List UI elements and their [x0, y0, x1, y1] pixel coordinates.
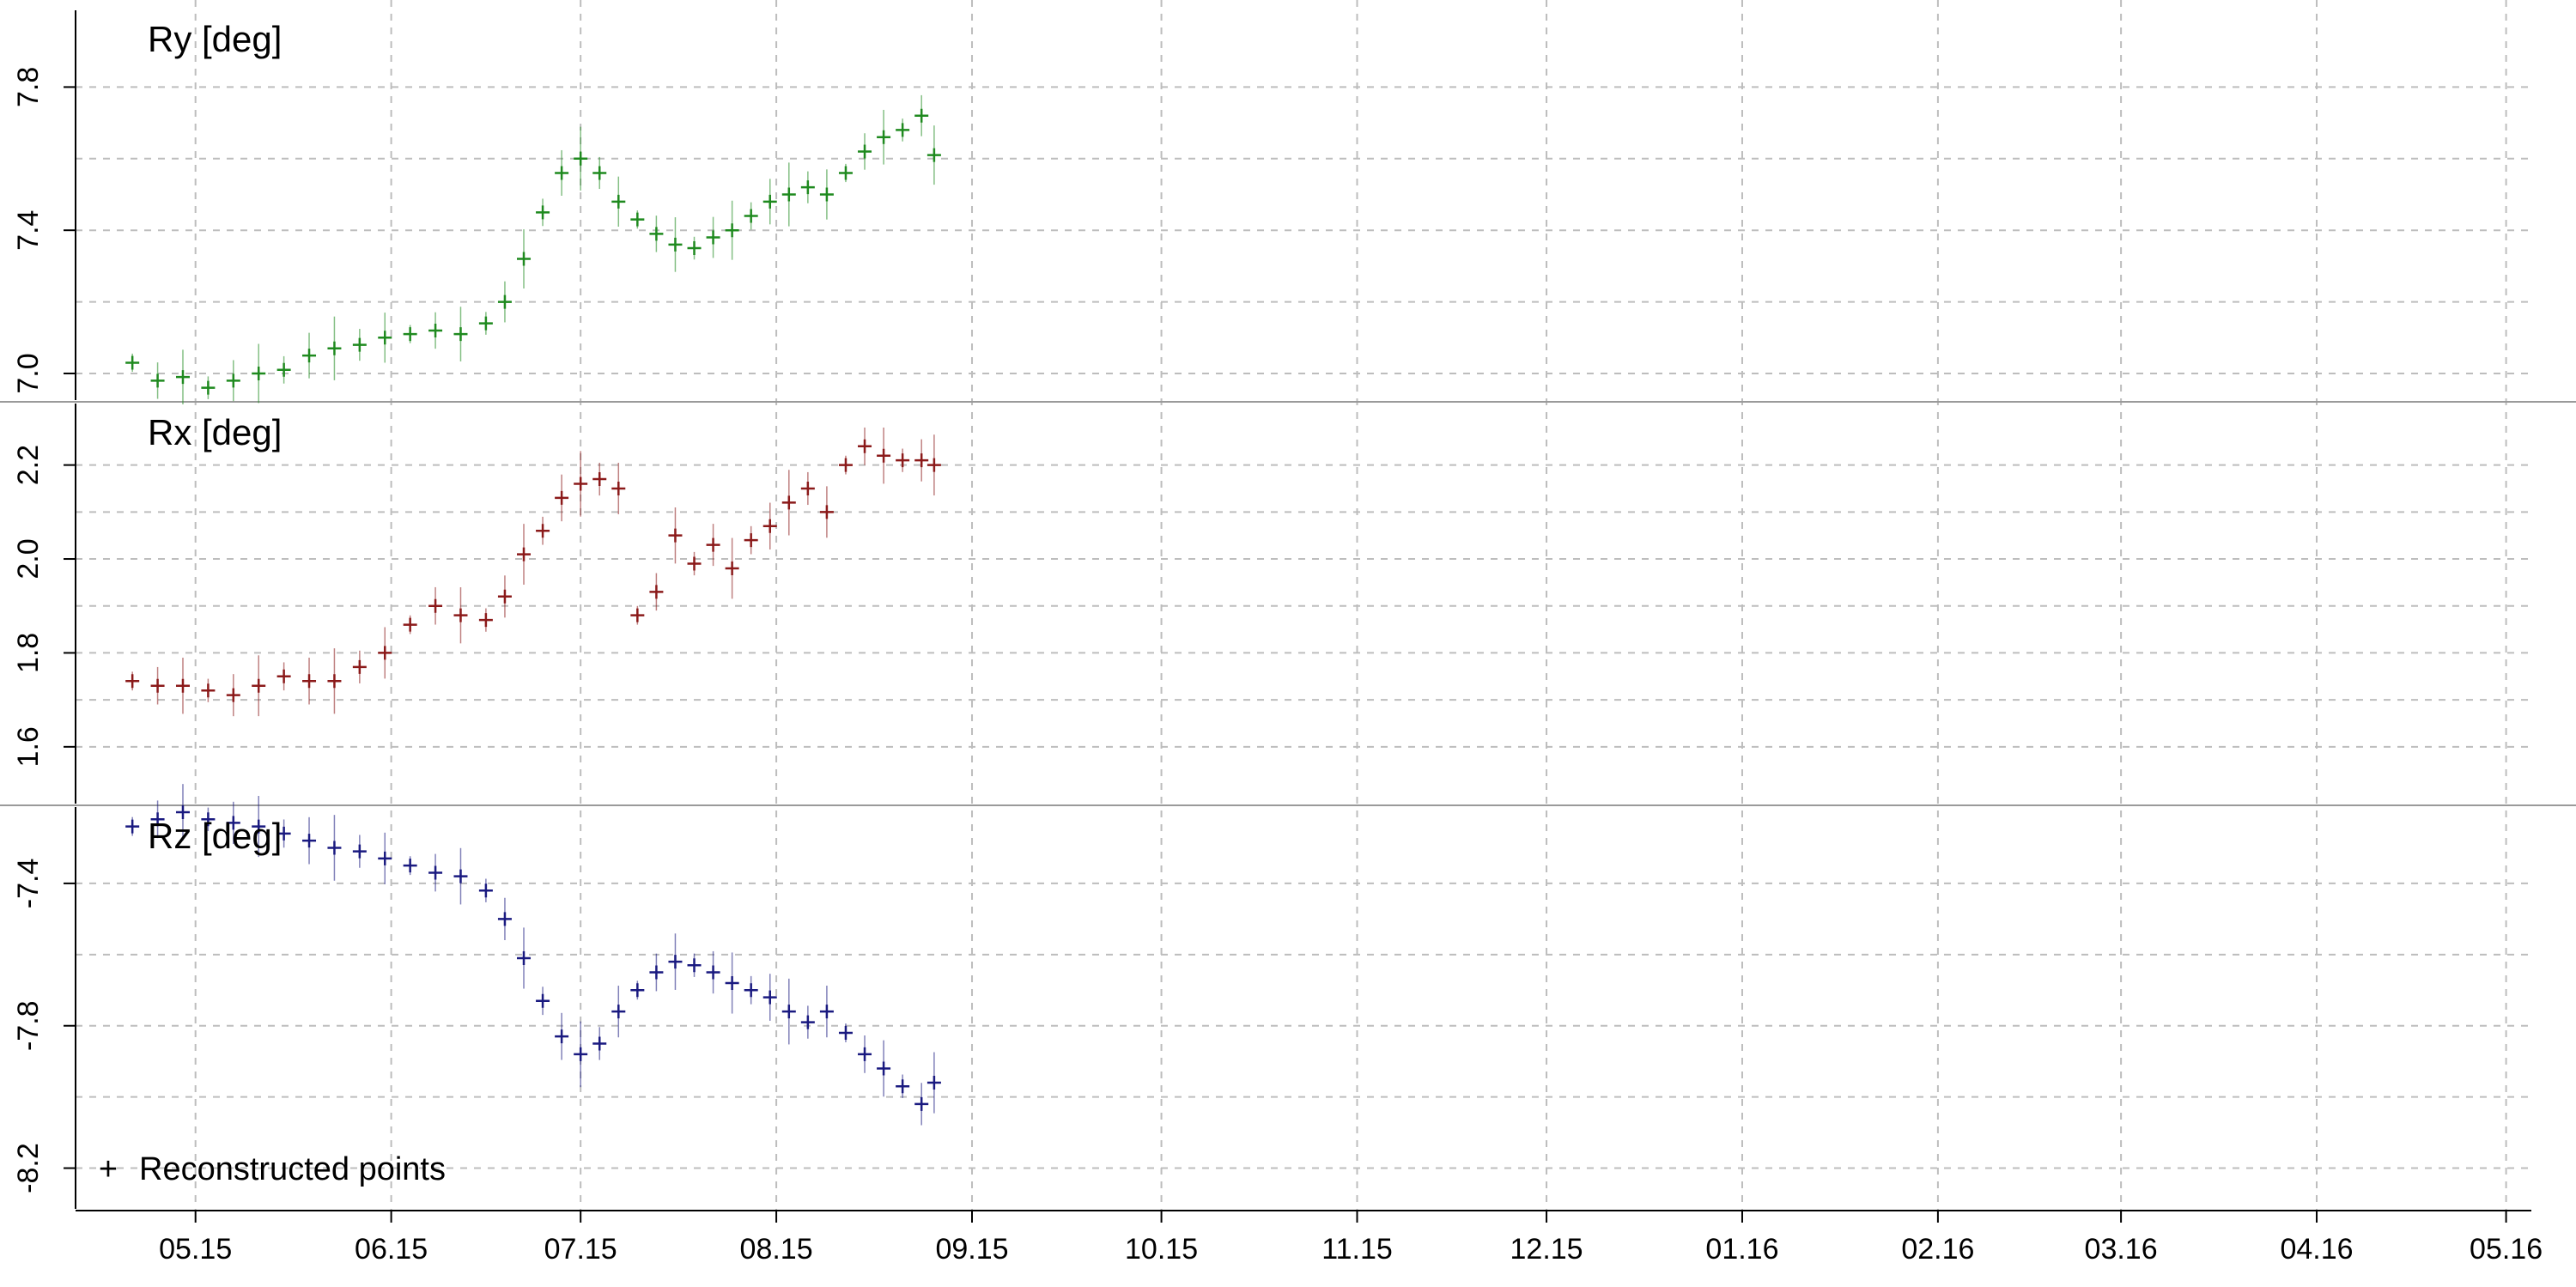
- legend-label: Reconstructed points: [139, 1151, 446, 1187]
- time-series-chart: 05.15 06.15 07.15 08.15 09.15 10.15 11.15 12.15…: [0, 0, 2576, 1287]
- x-tick-label: 09.15: [935, 1233, 1008, 1266]
- y-tick-label: 7.8: [12, 67, 45, 107]
- x-tick-label: 05.16: [2470, 1233, 2543, 1266]
- x-tick-label: 08.15: [740, 1233, 813, 1266]
- y-tick-label: 2.0: [12, 538, 45, 579]
- panel-label: Ry [deg]: [148, 19, 282, 59]
- y-tick-label: 7.0: [12, 353, 45, 393]
- x-tick-label: 02.16: [1901, 1233, 1974, 1266]
- x-tick-label: 12.15: [1510, 1233, 1583, 1266]
- x-tick-label: 06.15: [355, 1233, 428, 1266]
- x-tick-label: 05.15: [159, 1233, 232, 1266]
- y-tick-label: -8.2: [12, 1143, 45, 1193]
- legend-marker: +: [99, 1151, 118, 1187]
- y-tick-label: 1.6: [12, 726, 45, 767]
- x-tick-label: 01.16: [1705, 1233, 1778, 1266]
- y-tick-label: 1.8: [12, 633, 45, 673]
- x-tick-label: 03.16: [2085, 1233, 2158, 1266]
- x-tick-label: 04.16: [2280, 1233, 2353, 1266]
- x-tick-label: 07.15: [544, 1233, 617, 1266]
- y-tick-label: 2.2: [12, 445, 45, 485]
- panel-label: Rz [deg]: [148, 816, 282, 856]
- legend: + Reconstructed points: [99, 1151, 446, 1187]
- y-tick-label: -7.8: [12, 1000, 45, 1051]
- y-tick-label: 7.4: [12, 210, 45, 251]
- panel-label: Rx [deg]: [148, 412, 282, 452]
- y-tick-label: -7.4: [12, 859, 45, 909]
- x-tick-label: 10.15: [1125, 1233, 1198, 1266]
- x-tick-label: 11.15: [1321, 1233, 1393, 1266]
